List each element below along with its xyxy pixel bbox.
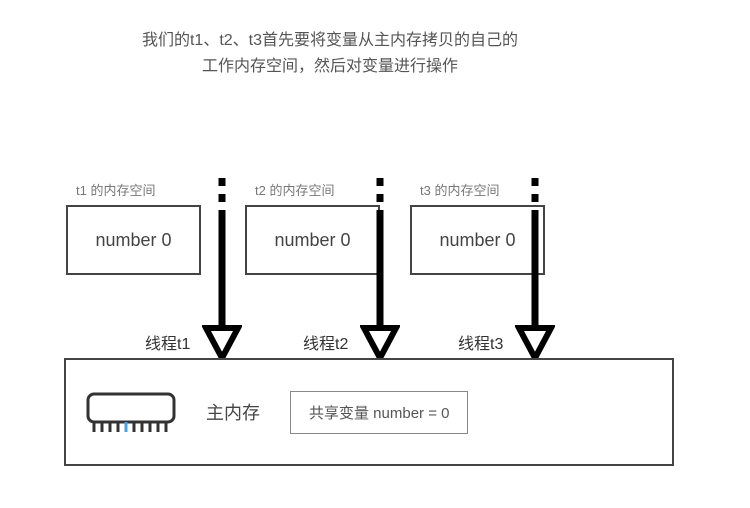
shared-variable-text: 共享变量 number = 0 (309, 405, 449, 422)
thread-name-t2: 线程t2 (303, 330, 348, 354)
thread-label-t3: t3 的内存空间 (420, 180, 499, 199)
arrow-down-icon (360, 178, 400, 360)
thread-label-t1: t1 的内存空间 (76, 180, 155, 199)
arrow-down-icon (515, 178, 555, 360)
shared-variable-box: 共享变量 number = 0 (290, 391, 468, 434)
desc-line1: 我们的t1、t2、t3首先要将变量从主内存拷贝的自己的 (142, 32, 518, 49)
desc-line2: 工作内存空间，然后对变量进行操作 (202, 58, 458, 75)
arrow-down-icon (202, 178, 242, 360)
memory-box-t1-value: number 0 (95, 230, 171, 251)
thread-label-t2: t2 的内存空间 (255, 180, 334, 199)
description-text: 我们的t1、t2、t3首先要将变量从主内存拷贝的自己的 工作内存空间，然后对变量… (80, 28, 580, 79)
thread-name-t3: 线程t3 (458, 330, 503, 354)
main-memory-container: 主内存 共享变量 number = 0 (64, 358, 674, 466)
memory-box-t3-value: number 0 (439, 230, 515, 251)
memory-box-t2-value: number 0 (274, 230, 350, 251)
thread-name-t1: 线程t1 (145, 330, 190, 354)
main-memory-label: 主内存 (206, 399, 260, 425)
ram-icon (86, 390, 176, 434)
memory-box-t1: number 0 (66, 205, 201, 275)
